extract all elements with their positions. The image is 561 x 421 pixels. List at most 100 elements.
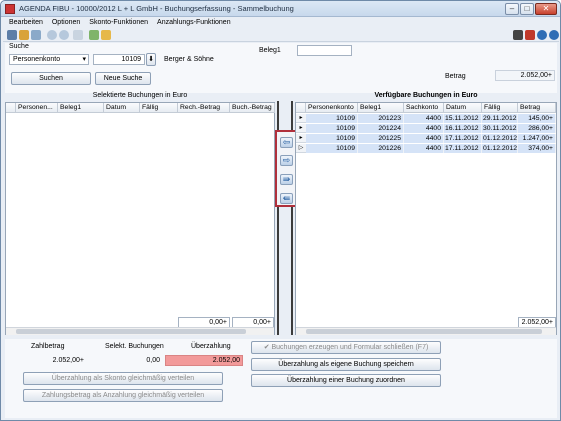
col-personen[interactable]: Personen... [16,103,58,113]
row-marker[interactable]: ▷ [296,144,306,153]
info-icon[interactable] [549,30,559,40]
scroll-thumb[interactable] [16,329,246,334]
col-beleg[interactable]: Beleg1 [358,103,404,113]
col-sachkonto[interactable]: Sachkonto [404,103,444,113]
table-row[interactable]: 10109 201224 4400 16.11.2012 30.11.2012 … [306,124,556,133]
col-faellig[interactable]: Fällig [140,103,178,113]
col-datum[interactable]: Datum [104,103,140,113]
search-icon[interactable] [73,30,83,40]
cell-betrag: 374,00+ [518,144,556,153]
row-marker[interactable]: ▸ [296,124,306,133]
toolbar [3,28,559,42]
right-horizontal-scrollbar[interactable] [296,327,556,335]
skonto-distribute-button[interactable]: Überzahlung als Skonto gleichmäßig verte… [23,372,223,385]
cell-beleg: 201224 [358,124,404,133]
cell-sachkonto: 4400 [404,114,444,123]
move-all-left-icon[interactable]: ⇚ [280,193,293,204]
skonto-distribute-label: Überzahlung als Skonto gleichmäßig verte… [51,375,195,382]
table-row[interactable]: 10109 201226 4400 17.11.2012 01.12.2012 … [306,144,556,153]
selekt-value: 0,00 [146,357,160,364]
available-bookings-grid[interactable]: Personenkonto Beleg1 Sachkonto Datum Fäl… [295,102,557,335]
title-bar: AGENDA FIBU - 10000/2012 L + L GmbH - Bu… [1,1,560,17]
table-row[interactable]: 10109 201223 4400 15.11.2012 29.11.2012 … [306,114,556,123]
user-icon[interactable] [7,30,17,40]
zahlbetrag-value: 2.052,00+ [52,357,84,364]
left-total-rech-value: 0,00+ [209,319,227,326]
ueberzahlung-label: Überzahlung [191,343,231,350]
menu-anzahlung[interactable]: Anzahlungs-Funktionen [157,18,231,28]
search-type-value: Personenkonto [13,56,61,63]
maximize-button[interactable]: □ [520,3,534,15]
create-and-close-button[interactable]: ✔ Buchungen erzeugen und Formular schlie… [251,341,441,354]
new-search-button[interactable]: Neue Suche [95,72,151,85]
menu-optionen[interactable]: Optionen [52,18,80,28]
col-personenkonto[interactable]: Personenkonto [306,103,358,113]
row-marker[interactable]: ▸ [296,114,306,123]
move-right-icon[interactable]: ⇨ [280,155,293,166]
calculator-icon[interactable] [513,30,523,40]
col-datum[interactable]: Datum [444,103,482,113]
zoom-in-icon[interactable] [47,30,57,40]
cell-betrag: 145,00+ [518,114,556,123]
cell-faellig: 01.12.2012 [483,144,518,153]
check-icon[interactable] [89,30,99,40]
save-overpayment-label: Überzahlung als eigene Buchung speichern [278,361,414,368]
gear-icon[interactable] [101,30,111,40]
scroll-thumb[interactable] [306,329,542,334]
row-marker[interactable]: ▸ [296,134,306,143]
cell-betrag: 286,00+ [518,124,556,133]
new-search-button-label: Neue Suche [103,75,143,82]
betrag-value: 2.052,00+ [520,72,552,79]
account-number-field[interactable]: 10109 [93,54,145,65]
copy-icon[interactable] [31,30,41,40]
ueberzahlung-field: 2.052,00 [165,355,243,366]
cell-sachkonto: 4400 [404,124,444,133]
cell-beleg: 201225 [358,134,404,143]
col-buch-betrag[interactable]: Buch.-Betrag [230,103,275,113]
betrag-field: 2.052,00+ [495,70,555,81]
grid-corner-icon [6,103,16,113]
close-button[interactable]: ✕ [535,3,557,15]
zoom-out-icon[interactable] [59,30,69,40]
search-label: Suche [9,43,29,50]
move-all-right-icon[interactable]: ⇛ [280,174,293,185]
left-horizontal-scrollbar[interactable] [6,327,274,335]
save-overpayment-button[interactable]: Überzahlung als eigene Buchung speichern [251,358,441,371]
selekt-label: Selekt. Buchungen [105,343,164,350]
folder-icon[interactable] [19,30,29,40]
cell-konto: 10109 [306,134,358,143]
transfer-buttons: ⇦ ⇨ ⇛ ⇚ [275,130,297,207]
anzahlung-distribute-button[interactable]: Zahlungsbetrag als Anzahlung gleichmäßig… [23,389,223,402]
cell-datum: 17.11.2012 [444,134,482,143]
selected-bookings-grid[interactable]: Personen... Beleg1 Datum Fällig Rech.-Be… [5,102,275,335]
account-number-value: 10109 [121,56,141,63]
move-left-icon[interactable]: ⇦ [280,137,293,148]
cell-faellig: 01.12.2012 [483,134,518,143]
table-row[interactable]: 10109 201225 4400 17.11.2012 01.12.2012 … [306,134,556,143]
col-beleg[interactable]: Beleg1 [58,103,104,113]
menu-skonto[interactable]: Skonto-Funktionen [89,18,148,28]
right-grid-title: Verfügbare Buchungen in Euro [374,92,478,99]
cell-sachkonto: 4400 [404,144,444,153]
beleg-field[interactable] [297,45,352,56]
agenda-icon[interactable] [525,30,535,40]
search-button[interactable]: Suchen [11,72,91,85]
zahlbetrag-label: Zahlbetrag [31,343,65,350]
col-faellig[interactable]: Fällig [482,103,518,113]
right-total-value: 2.052,00+ [521,319,553,326]
cell-beleg: 201226 [358,144,404,153]
minimize-button[interactable]: – [505,3,519,15]
cell-konto: 10109 [306,124,358,133]
col-rech-betrag[interactable]: Rech.-Betrag [178,103,230,113]
left-total-buch-value: 0,00+ [253,319,271,326]
help-icon[interactable] [537,30,547,40]
search-type-select[interactable]: Personenkonto ▾ [9,54,89,65]
check-circle-icon: ✔ [263,344,272,351]
grid-corner-icon [296,103,306,113]
assign-overpayment-label: Überzahlung einer Buchung zuordnen [287,377,405,384]
assign-overpayment-button[interactable]: Überzahlung einer Buchung zuordnen [251,374,441,387]
app-icon [5,4,15,14]
col-betrag[interactable]: Betrag [518,103,556,113]
lookup-button[interactable]: ⬇ [146,53,156,66]
menu-bearbeiten[interactable]: Bearbeiten [9,18,43,28]
